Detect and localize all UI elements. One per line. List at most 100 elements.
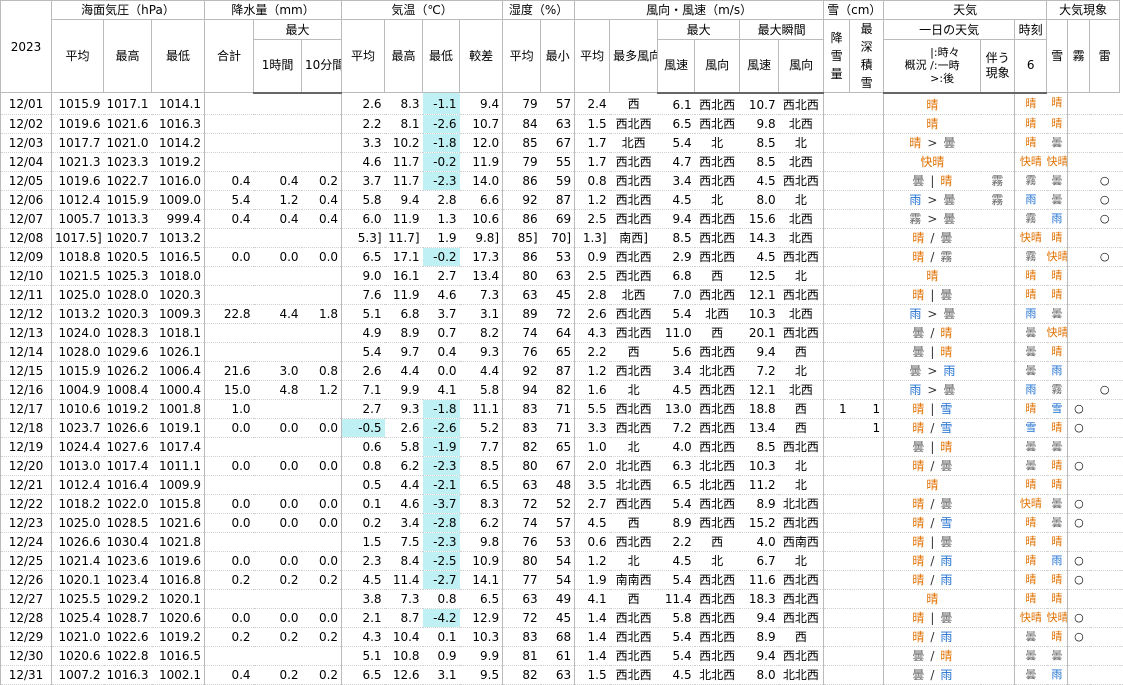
weather-6-symbol: 快晴 [1020,155,1042,168]
weather-6-cell: 霧 [1015,171,1047,190]
cell-w-max: 5.8 [658,608,695,627]
weather-accomp-symbol: 霧 [991,174,1003,188]
cell-w-max: 7.2 [658,418,695,437]
pressure-header: 海面気圧（hPa） [52,1,205,20]
cell-h-min: 64 [541,323,575,342]
cell-t-min: 2.7 [423,266,460,285]
cell-t-rng: 8.3 [460,494,503,513]
cell-w-avg: 3.3 [575,418,610,437]
weather-18-symbol: 晴 [1051,96,1062,109]
weather-6-symbol: 快晴 [1020,497,1042,510]
snow-header: 雪（cm） [824,1,884,20]
cell-snowfall [824,665,850,684]
weather-18-cell: 快晴 [1047,608,1068,627]
cell-t-min: 3.1 [423,665,460,684]
phenom-snow-cell [1068,114,1090,133]
cell-p-avg: 1025.0 [52,285,104,304]
cell-p-max: 1028.0 [104,285,152,304]
cell-r-tot [205,266,254,285]
cell-w-max-dir: 西北西 [695,570,740,589]
cell-snowfall [824,266,850,285]
time-header: 時刻 [1015,20,1047,40]
cell-t-rng: 10.3 [460,627,503,646]
cell-p-avg: 1015.9 [52,93,104,115]
weather-symbol: 曇 [940,288,952,302]
cell-w-max-dir: 西北西 [695,608,740,627]
cell-t-max: 6.8 [385,304,423,323]
cell-r-10m [302,285,342,304]
cell-g-dir: 西北西 [779,323,824,342]
cell-snowfall [824,228,850,247]
phenom-snow-cell [1068,361,1090,380]
cell-w-max-dir: 西北西 [695,342,740,361]
weather-symbol: 霧 [909,212,921,226]
cell-g-max: 8.5 [740,437,779,456]
table-row: 12/151015.91026.21006.421.63.00.82.64.40… [1,361,1123,380]
cell-h-avg: 72 [503,608,541,627]
cell-t-rng: 9.8] [460,228,503,247]
cell-t-avg: 2.7 [342,399,385,418]
cell-snowfall [824,456,850,475]
cell-p-avg: 1019.6 [52,171,104,190]
cell-g-max: 6.7 [740,551,779,570]
cell-p-max: 1013.3 [104,209,152,228]
weather-symbol: 晴 [926,478,938,492]
cell-t-rng: 11.1 [460,399,503,418]
weather-symbol: 晴 [912,402,924,416]
weather-symbol: 曇 [940,611,952,625]
cell-g-dir: 西 [779,627,824,646]
weather-18-cell: 晴 [1047,266,1068,285]
weather-6-symbol: 雨 [1025,307,1036,320]
phenom-snow-cell: ○ [1068,570,1090,589]
cell-g-max: 9.4 [740,342,779,361]
cell-w-mode: 西北西 [610,114,658,133]
cell-w-avg: 1.3] [575,228,610,247]
cell-g-dir: 北 [779,456,824,475]
date-cell: 12/27 [1,589,52,608]
cell-p-min: 1019.1 [152,418,205,437]
weather-accomp-cell [981,247,1015,266]
weather-6-cell: 晴 [1015,133,1047,152]
cell-p-min: 1009.3 [152,304,205,323]
cell-snowfall [824,133,850,152]
cell-p-min: 1026.1 [152,342,205,361]
cell-t-max: 8.4 [385,551,423,570]
cell-r-10m: 0.0 [302,418,342,437]
phenom-snow-header: 雪 [1047,20,1068,93]
cell-r-1h [254,323,302,342]
weather-18-cell: 曇 [1047,190,1068,209]
cell-w-avg: 1.5 [575,114,610,133]
cell-r-10m [302,437,342,456]
cell-t-max: 9.7 [385,342,423,361]
phenom-snow-cell [1068,209,1090,228]
cell-t-max: 11.4 [385,570,423,589]
cell-snowdepth [850,133,884,152]
cell-h-min: 87 [541,361,575,380]
weather-symbol: 曇 [943,383,955,397]
cell-snowfall [824,608,850,627]
phenom-fog-cell [1090,133,1120,152]
cell-p-avg: 1028.0 [52,342,104,361]
cell-p-min: 1009.0 [152,190,205,209]
weather-18-symbol: 快晴 [1047,326,1068,339]
weather-6-symbol: 晴 [1025,97,1036,110]
phenom-fog-cell [1090,93,1120,115]
cell-snowdepth [850,570,884,589]
weather-6-symbol: 晴 [1025,478,1036,491]
cell-r-1h [254,228,302,247]
cell-w-avg: 4.1 [575,589,610,608]
cell-w-max: 4.5 [658,665,695,684]
cell-snowdepth [850,551,884,570]
cell-g-dir: 北西 [779,152,824,171]
cell-t-rng: 6.6 [460,190,503,209]
cell-r-1h: 0.2 [254,627,302,646]
cell-t-rng: 6.2 [460,513,503,532]
weather-overview-cell: 晴/雪 [884,513,981,532]
cell-t-avg: 5.4 [342,342,385,361]
weather-6-cell: 曇 [1015,361,1047,380]
cell-h-avg: 81 [503,646,541,665]
table-row: 12/121013.21020.31009.322.84.41.85.16.83… [1,304,1123,323]
cell-p-min: 1011.1 [152,456,205,475]
weather-accomp-cell [981,304,1015,323]
cell-r-10m: 0.2 [302,665,342,684]
